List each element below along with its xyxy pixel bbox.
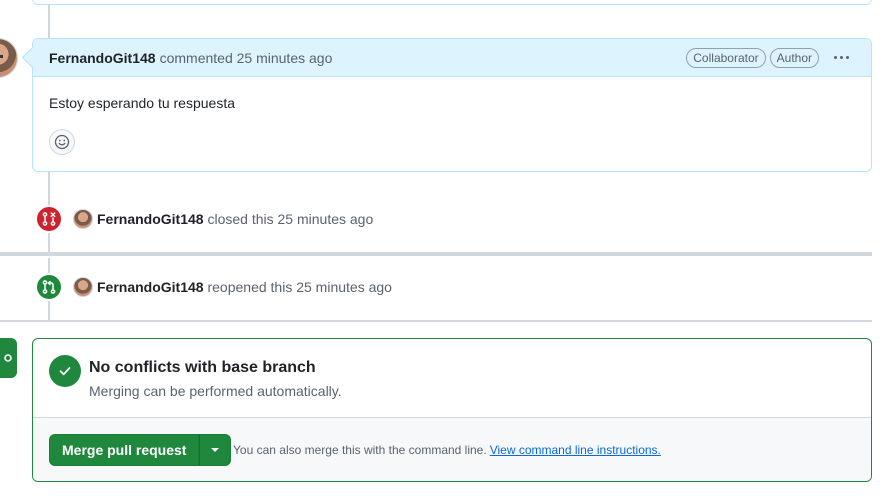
event-text: reopened this 25 minutes ago: [207, 279, 392, 295]
event-description: FernandoGit148 closed this 25 minutes ag…: [97, 211, 373, 227]
event-description: FernandoGit148 reopened this 25 minutes …: [97, 279, 392, 295]
merge-actions: Merge pull request You can also merge th…: [33, 417, 871, 481]
timeline-event-closed: FernandoGit148 closed this 25 minutes ag…: [35, 205, 373, 233]
command-line-hint-text: You can also merge this with the command…: [233, 443, 487, 457]
merge-method-dropdown-button[interactable]: [199, 434, 232, 466]
comment-author-link[interactable]: FernandoGit148: [49, 50, 156, 66]
command-line-hint: You can also merge this with the command…: [233, 443, 661, 457]
event-text: closed this 25 minutes ago: [207, 211, 374, 227]
smiley-icon[interactable]: [49, 129, 75, 155]
merge-button-group: Merge pull request: [49, 434, 232, 466]
timeline-separator: [0, 320, 872, 322]
git-pull-request-icon: [35, 273, 63, 301]
previous-comment-card: [32, 0, 872, 5]
merge-status-icon: [0, 338, 17, 378]
event-actor-link[interactable]: FernandoGit148: [97, 279, 204, 295]
comment-header: FernandoGit148 commented 25 minutes ago …: [33, 39, 871, 77]
avatar[interactable]: [73, 277, 93, 297]
timeline-separator: [0, 252, 872, 256]
merge-status-subtitle: Merging can be performed automatically.: [89, 383, 342, 399]
timeline-line: [48, 0, 50, 38]
avatar[interactable]: [73, 209, 93, 229]
event-actor-link[interactable]: FernandoGit148: [97, 211, 204, 227]
kebab-horizontal-icon[interactable]: [827, 48, 855, 68]
merge-pull-request-button[interactable]: Merge pull request: [49, 434, 200, 466]
comment-timestamp[interactable]: commented 25 minutes ago: [160, 50, 333, 66]
comment-card: FernandoGit148 commented 25 minutes ago …: [32, 38, 872, 172]
check-icon: [49, 355, 81, 387]
triangle-down-icon: [211, 448, 220, 452]
merge-status: No conflicts with base branch Merging ca…: [33, 339, 871, 417]
merge-box: No conflicts with base branch Merging ca…: [32, 338, 872, 482]
collaborator-badge: Collaborator: [686, 47, 766, 68]
avatar[interactable]: [0, 38, 18, 78]
author-badge: Author: [769, 47, 819, 68]
timeline-event-reopened: FernandoGit148 reopened this 25 minutes …: [35, 273, 392, 301]
git-pull-request-closed-icon: [35, 205, 63, 233]
comment-header-actions: Collaborator Author: [686, 47, 855, 68]
merge-status-title: No conflicts with base branch: [89, 359, 316, 376]
command-line-instructions-link[interactable]: View command line instructions.: [490, 443, 661, 457]
comment-body: Estoy esperando tu respuesta: [49, 95, 236, 111]
